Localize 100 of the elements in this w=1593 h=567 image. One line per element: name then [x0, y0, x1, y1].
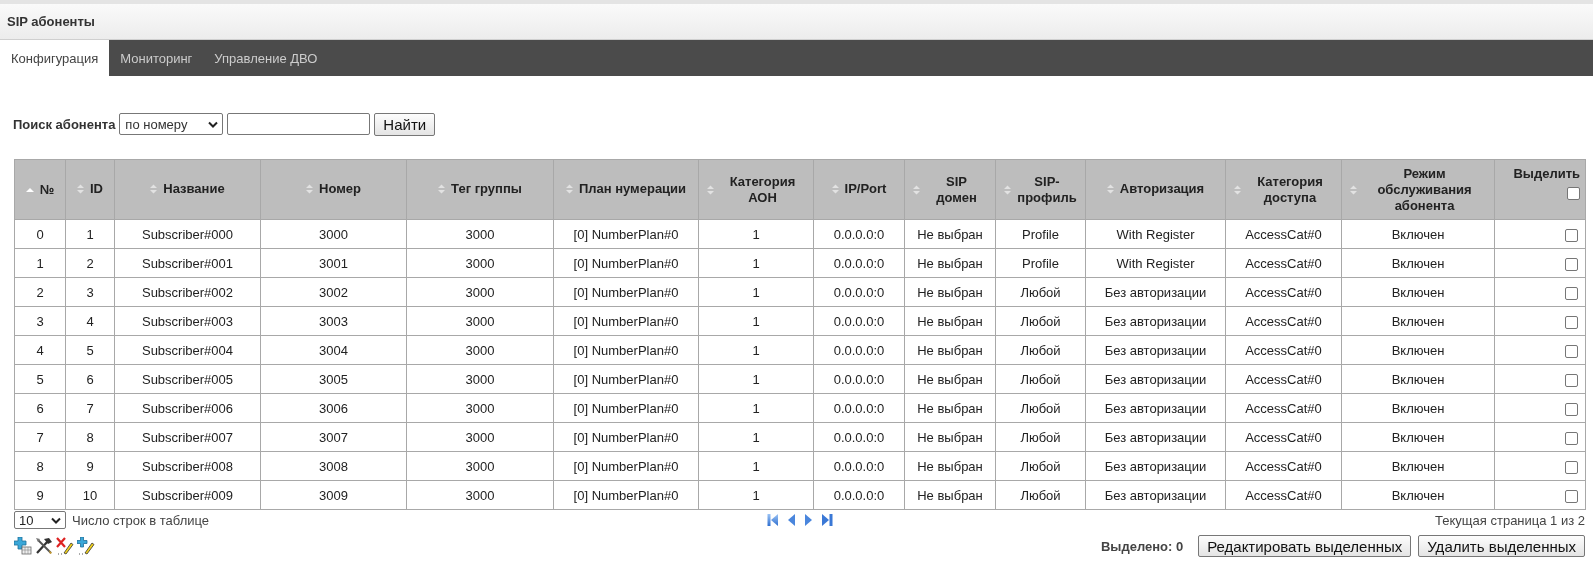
column-header[interactable]: План нумерации: [553, 159, 699, 220]
table-cell: [0] NumberPlan#0: [553, 422, 699, 452]
table-cell: 0.0.0.0:0: [813, 306, 905, 336]
column-header[interactable]: Режим обслуживания абонента: [1341, 159, 1495, 220]
table-cell: 3000: [406, 422, 554, 452]
table-cell: Subscriber#007: [114, 422, 261, 452]
table-cell: 2: [65, 248, 115, 278]
table-cell: AccessCat#0: [1225, 277, 1342, 307]
table-cell: Включен: [1341, 422, 1495, 452]
column-header[interactable]: Категория АОН: [698, 159, 814, 220]
table-cell: 0: [14, 219, 66, 249]
column-label: ID: [90, 181, 103, 197]
column-header[interactable]: SIP-профиль: [995, 159, 1086, 220]
edit-selected-button[interactable]: Редактировать выделенных: [1198, 535, 1412, 557]
row-checkbox[interactable]: [1565, 315, 1578, 329]
page-size-label: Число строк в таблице: [72, 512, 209, 528]
table-cell: 4: [65, 306, 115, 336]
column-label: Категория доступа: [1256, 173, 1324, 206]
previous-page-icon[interactable]: [786, 513, 796, 527]
column-header[interactable]: Номер: [260, 159, 407, 220]
table-cell: Включен: [1341, 451, 1495, 481]
table-cell: 4: [14, 335, 66, 365]
table-cell: Без авторизации: [1085, 364, 1226, 394]
table-cell: AccessCat#0: [1225, 248, 1342, 278]
row-checkbox[interactable]: [1565, 257, 1578, 271]
table-cell: Subscriber#003: [114, 306, 261, 336]
tab[interactable]: Конфигурация: [0, 40, 110, 76]
column-header[interactable]: ID: [65, 159, 115, 220]
last-page-icon[interactable]: [820, 513, 833, 527]
column-header[interactable]: №: [14, 159, 66, 220]
table-cell: [0] NumberPlan#0: [553, 393, 699, 423]
column-header[interactable]: Название: [114, 159, 261, 220]
table-cell: Subscriber#001: [114, 248, 261, 278]
search-field[interactable]: [227, 113, 371, 135]
table-cell: Включен: [1341, 335, 1495, 365]
plus-table-icon[interactable]: [14, 537, 32, 555]
row-checkbox[interactable]: [1565, 431, 1578, 445]
column-header[interactable]: Авторизация: [1085, 159, 1226, 220]
table-cell: 5: [65, 335, 115, 365]
column-header[interactable]: Категория доступа: [1225, 159, 1342, 220]
table-cell: Не выбран: [904, 393, 996, 423]
table-cell: 3000: [260, 219, 407, 249]
table-cell: Включен: [1341, 364, 1495, 394]
delete-selected-button[interactable]: Удалить выделенных: [1418, 535, 1585, 557]
column-header[interactable]: SIP домен: [904, 159, 996, 220]
table-cell: Без авторизации: [1085, 422, 1226, 452]
table-cell: 3008: [260, 451, 407, 481]
column-label: №: [39, 182, 55, 198]
table-cell: Любой: [995, 480, 1086, 510]
row-checkbox[interactable]: [1565, 286, 1578, 300]
table-cell: 9: [65, 451, 115, 481]
table-cell: 0.0.0.0:0: [813, 364, 905, 394]
column-header[interactable]: Тег группы: [406, 159, 554, 220]
row-checkbox[interactable]: [1565, 228, 1578, 242]
table-cell: 1: [698, 393, 814, 423]
table-cell: 5: [14, 364, 66, 394]
page-title: SIP абоненты: [7, 14, 95, 29]
table-cell: Любой: [995, 306, 1086, 336]
table-cell: Subscriber#004: [114, 335, 261, 365]
column-header[interactable]: IP/Port: [813, 159, 905, 220]
table-cell: Не выбран: [904, 422, 996, 452]
table-cell: 9: [14, 480, 66, 510]
column-label: План нумерации: [578, 181, 687, 197]
table-cell: Включен: [1341, 306, 1495, 336]
table-cell: Любой: [995, 335, 1086, 365]
selected-count: Выделено: 0: [1100, 538, 1184, 554]
hammer-wrench-icon[interactable]: [35, 537, 53, 555]
select-all-checkbox[interactable]: [1567, 187, 1580, 201]
table-cell: With Register: [1085, 248, 1226, 278]
search-mode-dropdown[interactable]: по номеру: [119, 113, 224, 135]
column-label: Тег группы: [451, 181, 522, 197]
row-checkbox[interactable]: [1565, 402, 1578, 416]
table-cell: 7: [65, 393, 115, 423]
table-cell: Любой: [995, 422, 1086, 452]
row-checkbox[interactable]: [1565, 460, 1578, 474]
table-cell: 1: [698, 219, 814, 249]
tab[interactable]: Управление ДВО: [203, 40, 329, 76]
row-checkbox[interactable]: [1565, 344, 1578, 358]
plus-pencil-icon[interactable]: [77, 537, 95, 555]
table-cell: Profile: [995, 219, 1086, 249]
table-cell: Не выбран: [904, 480, 996, 510]
table-cell: Включен: [1341, 219, 1495, 249]
find-button[interactable]: Найти: [374, 112, 436, 136]
table-cell: Profile: [995, 248, 1086, 278]
table-cell: Без авторизации: [1085, 335, 1226, 365]
table-cell: 1: [698, 451, 814, 481]
table-cell: [0] NumberPlan#0: [553, 335, 699, 365]
table-cell: Subscriber#000: [114, 219, 261, 249]
row-checkbox[interactable]: [1565, 373, 1578, 387]
tab[interactable]: Мониторинг: [109, 40, 204, 76]
table-cell: [0] NumberPlan#0: [553, 451, 699, 481]
first-page-icon[interactable]: [766, 513, 779, 527]
page-size-dropdown[interactable]: 10: [14, 511, 66, 529]
table-cell: 3000: [406, 306, 554, 336]
next-page-icon[interactable]: [803, 513, 813, 527]
row-checkbox[interactable]: [1565, 489, 1578, 503]
column-label: Название: [163, 181, 225, 197]
cross-pencil-icon[interactable]: [56, 537, 74, 555]
table-cell: AccessCat#0: [1225, 480, 1342, 510]
table-cell: With Register: [1085, 219, 1226, 249]
